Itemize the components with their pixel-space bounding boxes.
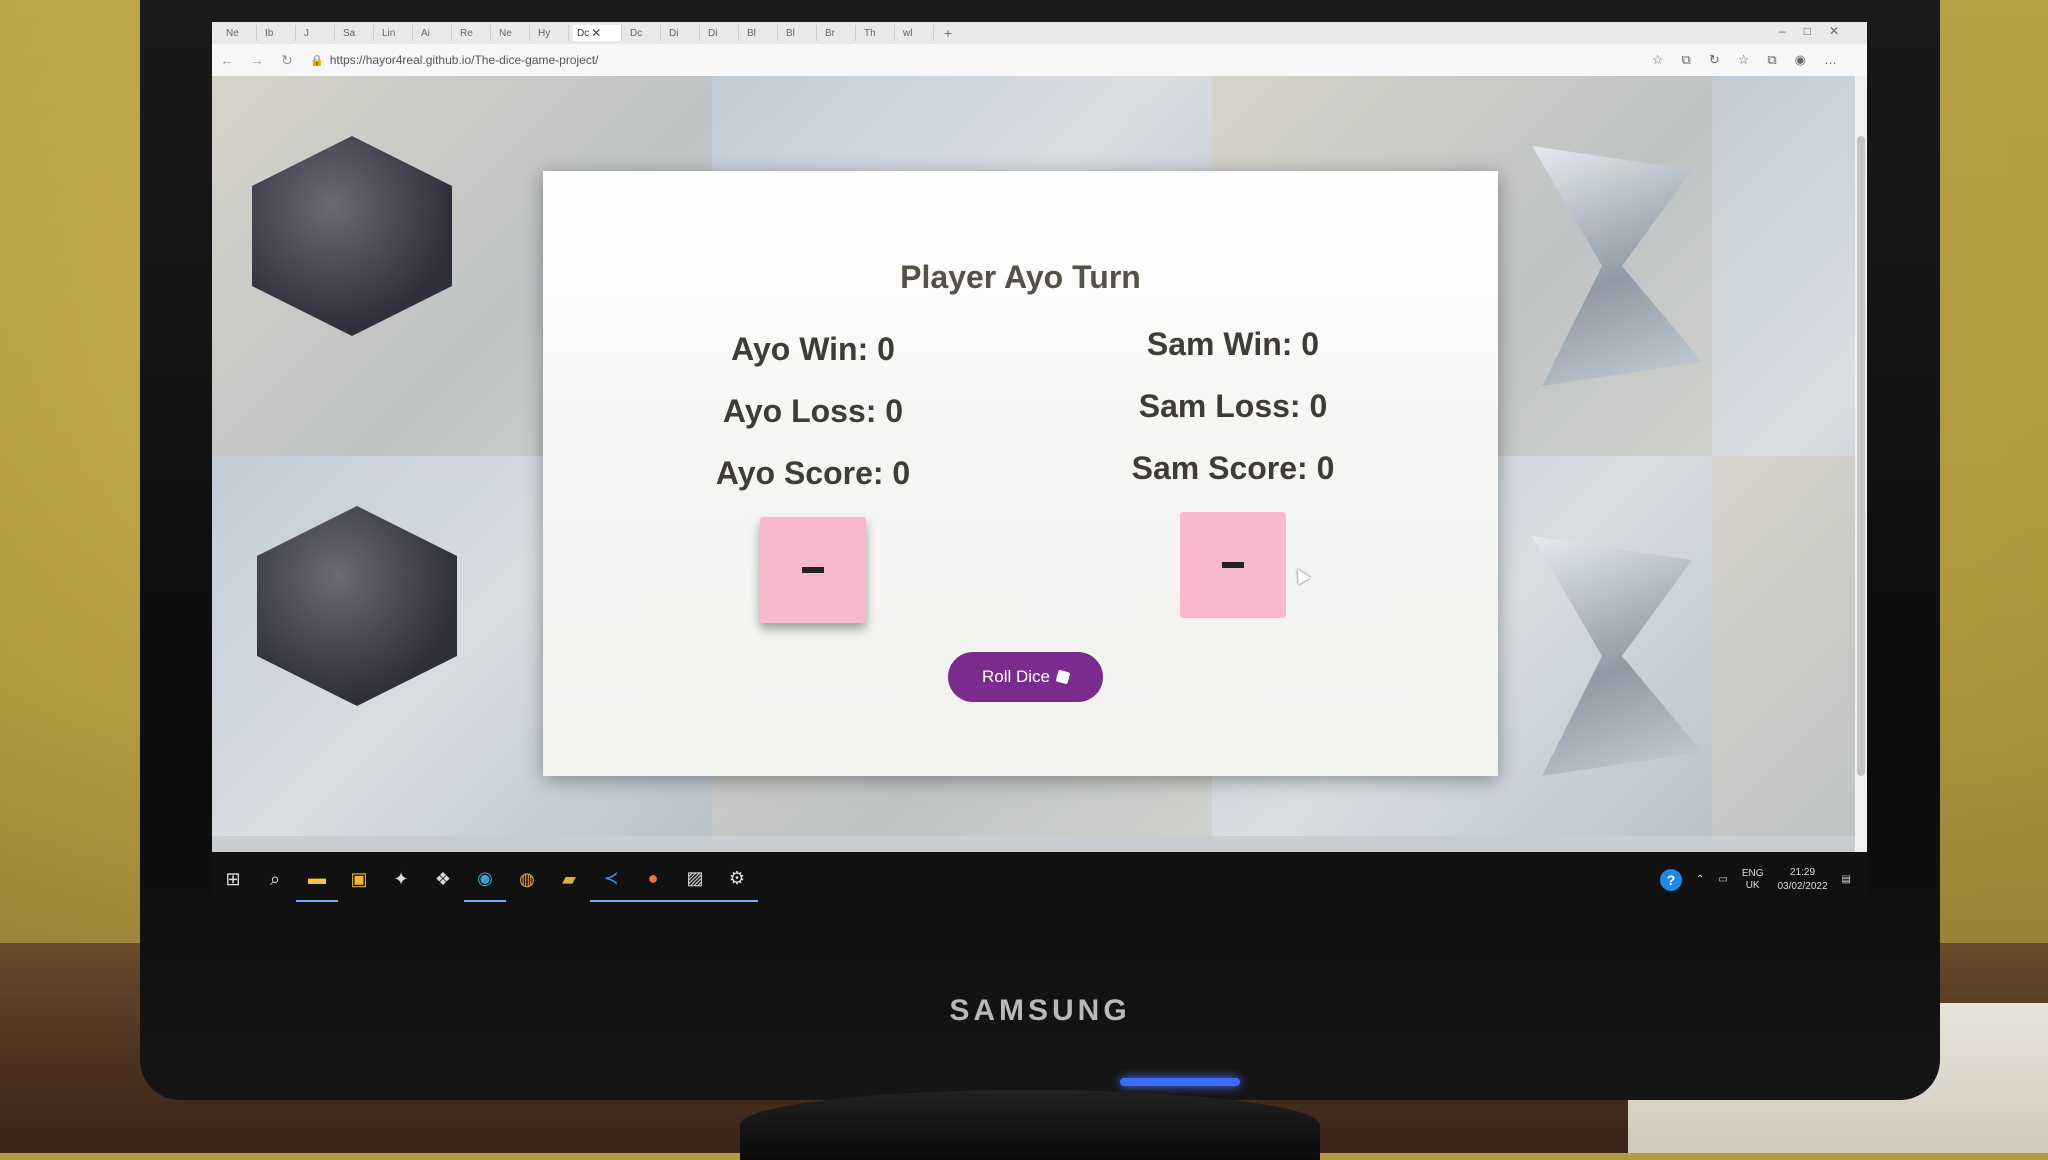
language-indicator[interactable]: ENG UK [1742, 868, 1764, 892]
folder-icon[interactable]: ▰ [548, 859, 590, 901]
monitor-stand [740, 1090, 1320, 1160]
browser-tab[interactable]: Bl [743, 25, 778, 41]
dice-dash-icon [802, 567, 824, 573]
browser-tab[interactable]: J [300, 25, 335, 41]
sam-dice [1180, 512, 1286, 618]
dice-dash-icon [1222, 562, 1244, 568]
browser-tab-active[interactable]: Dc ✕ [573, 25, 622, 41]
browser-tab[interactable]: Dc [626, 25, 661, 41]
browser-tab[interactable]: Sa [339, 25, 374, 41]
back-icon[interactable]: ← [212, 52, 242, 68]
browser-tab[interactable]: Th [860, 25, 895, 41]
browser-tab[interactable]: Br [821, 25, 856, 41]
chevron-up-icon[interactable]: ⌃ [1696, 874, 1704, 885]
page-scrollbar[interactable] [1855, 76, 1867, 852]
windows-taskbar: ⊞ ⌕ ▬ ▣ ✦ ❖ ◉ ◍ ▰ ≺ ● ▨ ⚙ ? ⌃ ▭ ENG UK 2… [212, 852, 1867, 907]
url-field[interactable]: https://hayor4real.github.io/The-dice-ga… [330, 53, 599, 67]
network-icon[interactable]: ▭ [1718, 874, 1727, 885]
active-tab-label: Dc [577, 27, 590, 39]
close-tab-icon[interactable]: ✕ [591, 26, 601, 40]
power-led [1120, 1078, 1240, 1086]
clock[interactable]: 21:29 03/02/2022 [1777, 866, 1827, 894]
screen: Ne Ib J Sa Lin Ai Re Ne Hy Dc ✕ Dc Di Di… [212, 22, 1867, 907]
roll-dice-label: Roll Dice [981, 667, 1051, 686]
browser-tab[interactable]: Ai [417, 25, 452, 41]
vscode-icon[interactable]: ≺ [590, 858, 632, 902]
browser-tab[interactable]: Lin [378, 25, 413, 41]
roll-dice-button[interactable]: Roll Dice [948, 652, 1103, 702]
system-tray: ? ⌃ ▭ ENG UK 21:29 03/02/2022 ▤ [1659, 852, 1851, 907]
chrome-icon[interactable]: ◍ [506, 859, 548, 901]
photos-icon[interactable]: ▨ [674, 858, 716, 902]
ayo-win: Ayo Win: 0 [731, 331, 895, 367]
settings-icon[interactable]: ⚙ [716, 858, 758, 902]
browser-tab[interactable]: Hy [534, 25, 569, 41]
browser-tab[interactable]: Ne [495, 25, 530, 41]
player-sam-panel: Sam Win: 0 Sam Loss: 0 Sam Score: 0 [1023, 326, 1443, 618]
ayo-score: Ayo Score: 0 [715, 455, 911, 491]
browser-toolbar-icons[interactable]: ☆⧉↻☆⧉◉… [1652, 52, 1855, 68]
help-icon[interactable]: ? [1659, 868, 1682, 891]
new-tab-button[interactable]: + [944, 25, 952, 41]
browser-tab[interactable]: Bl [782, 25, 817, 41]
notification-icon[interactable]: ▤ [1842, 874, 1851, 885]
store-icon[interactable]: ▣ [338, 859, 380, 901]
sam-score: Sam Score: 0 [1131, 450, 1335, 486]
lang-bottom: UK [1745, 879, 1760, 891]
browser-tab-bar: Ne Ib J Sa Lin Ai Re Ne Hy Dc ✕ Dc Di Di… [212, 22, 1867, 44]
dropbox-icon[interactable]: ❖ [422, 859, 464, 901]
monitor-brand: SAMSUNG [949, 994, 1131, 1027]
ayo-dice [760, 517, 866, 623]
clock-time: 21:29 [1790, 866, 1816, 878]
player-ayo-panel: Ayo Win: 0 Ayo Loss: 0 Ayo Score: 0 [603, 331, 1023, 623]
dice-cube-icon [1055, 669, 1071, 685]
browser-tab[interactable]: Re [456, 25, 491, 41]
lock-icon: 🔒 [310, 54, 324, 67]
page-viewport: Player Ayo Turn Ayo Win: 0 Ayo Loss: 0 A… [212, 76, 1867, 852]
refresh-icon[interactable]: ↻ [272, 52, 302, 69]
browser-tab[interactable]: Di [704, 25, 739, 41]
clock-date: 03/02/2022 [1777, 880, 1828, 892]
browser-tab[interactable]: wl [899, 25, 934, 41]
ayo-loss: Ayo Loss: 0 [722, 393, 904, 429]
app-icon[interactable]: ✦ [380, 859, 422, 901]
search-icon[interactable]: ⌕ [254, 859, 296, 901]
turn-title: Player Ayo Turn [900, 259, 1141, 295]
file-explorer-icon[interactable]: ▬ [296, 858, 338, 902]
sam-loss: Sam Loss: 0 [1138, 388, 1328, 424]
address-bar-row: ← → ↻ 🔒 https://hayor4real.github.io/The… [212, 44, 1867, 77]
windows-start-icon[interactable]: ⊞ [212, 859, 254, 901]
firefox-icon[interactable]: ● [632, 858, 674, 902]
sam-win: Sam Win: 0 [1146, 326, 1320, 362]
browser-tab[interactable]: Ne [222, 25, 257, 41]
browser-tab[interactable]: Di [665, 25, 700, 41]
browser-tab[interactable]: Ib [261, 25, 296, 41]
forward-icon[interactable]: → [242, 52, 272, 68]
background-tile [1712, 76, 1867, 456]
background-tile [1712, 456, 1867, 836]
edge-icon[interactable]: ◉ [464, 858, 506, 902]
window-controls[interactable]: –□✕ [1779, 24, 1857, 38]
scrollbar-thumb[interactable] [1857, 136, 1865, 776]
lang-top: ENG [1741, 867, 1764, 879]
game-card: Player Ayo Turn Ayo Win: 0 Ayo Loss: 0 A… [543, 171, 1498, 776]
